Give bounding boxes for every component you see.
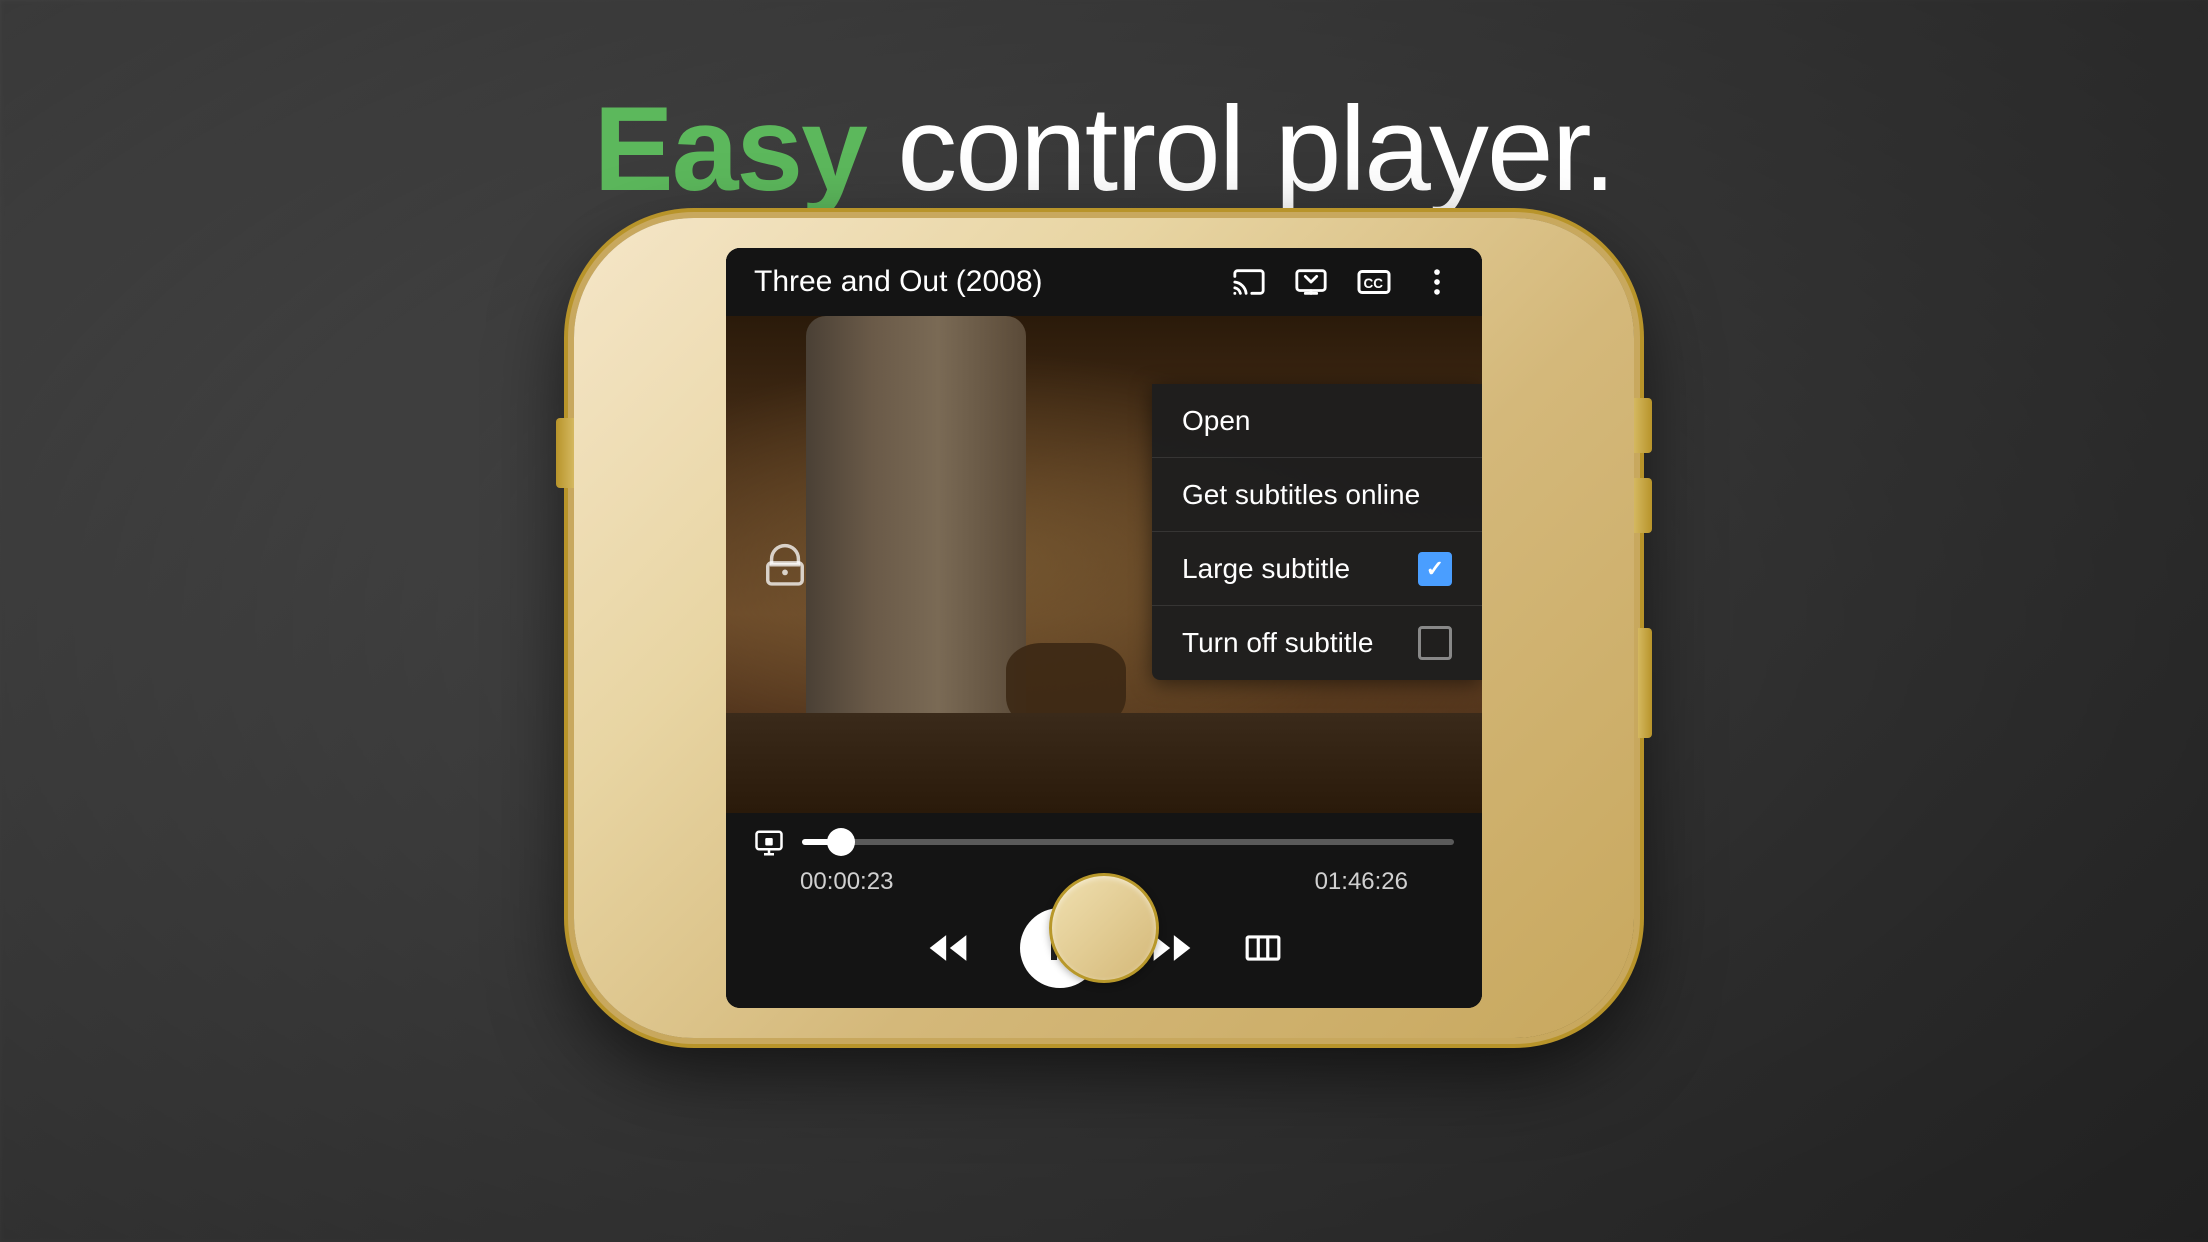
player-title: Three and Out (2008) (754, 265, 1043, 299)
volume-button (556, 418, 574, 488)
page-title: Easy control player. (0, 80, 2208, 218)
turn-off-subtitle-checkbox[interactable] (1418, 626, 1452, 660)
dropdown-open-label: Open (1182, 405, 1251, 437)
phone-shell: Three and Out (2008) (574, 218, 1634, 1038)
screen-mirror-icon[interactable] (1294, 265, 1328, 299)
home-button[interactable] (1049, 873, 1159, 983)
dropdown-subtitles-online-label: Get subtitles online (1182, 479, 1420, 511)
dropdown-menu: Open Get subtitles online Large subtitle… (1152, 384, 1482, 680)
time-current: 00:00:23 (800, 868, 893, 896)
svg-text:CC: CC (1364, 276, 1384, 291)
dropdown-large-subtitle[interactable]: Large subtitle ✓ (1152, 532, 1482, 606)
cc-icon[interactable]: CC (1356, 264, 1392, 300)
power-button-top (1634, 398, 1652, 453)
dropdown-subtitles-online[interactable]: Get subtitles online (1152, 458, 1482, 532)
screen-lock-icon[interactable] (754, 825, 784, 858)
progress-row (754, 825, 1454, 858)
progress-bar[interactable] (802, 839, 1454, 845)
dropdown-large-subtitle-label: Large subtitle (1182, 553, 1350, 585)
dropdown-open[interactable]: Open (1152, 384, 1482, 458)
player-topbar: Three and Out (2008) (726, 248, 1482, 316)
silent-switch (1638, 628, 1652, 738)
title-rest: control player. (866, 82, 1614, 216)
player-icons: CC (1232, 264, 1454, 300)
title-easy: Easy (594, 82, 866, 216)
ground-area (726, 713, 1482, 813)
dropdown-turn-off-label: Turn off subtitle (1182, 627, 1373, 659)
more-icon[interactable] (1420, 265, 1454, 299)
video-area: Open Get subtitles online Large subtitle… (726, 316, 1482, 813)
time-total: 01:46:26 (1315, 868, 1408, 896)
lock-rotate-icon[interactable] (762, 541, 808, 587)
power-button-mid (1634, 478, 1652, 533)
rewind-button[interactable] (926, 926, 970, 970)
large-subtitle-checkbox[interactable]: ✓ (1418, 552, 1452, 586)
cast-icon[interactable] (1232, 265, 1266, 299)
checkmark-icon: ✓ (1426, 556, 1444, 582)
dropdown-turn-off-subtitle[interactable]: Turn off subtitle (1152, 606, 1482, 680)
aspect-ratio-button[interactable] (1244, 929, 1282, 967)
progress-thumb[interactable] (827, 828, 855, 856)
